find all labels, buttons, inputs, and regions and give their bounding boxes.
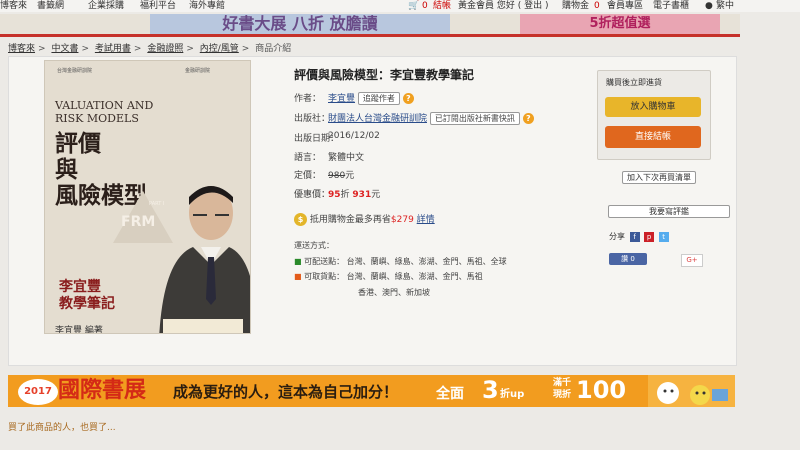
share-label: 分享 bbox=[609, 232, 625, 241]
breadcrumb-finance-license[interactable]: 金融證照 bbox=[147, 44, 183, 54]
cover-signature: 李宜豐 編著 bbox=[55, 326, 103, 334]
cover-english-title: VALUATION AND RISK MODELS bbox=[55, 99, 154, 125]
subscribe-publisher-button[interactable]: 已訂閱出版社新書快訊 bbox=[429, 112, 520, 125]
expo-cashback-amount: 100 bbox=[576, 376, 627, 404]
expo-title: 國際書展 bbox=[58, 378, 147, 403]
author-portrait-image bbox=[159, 186, 250, 333]
help-icon[interactable]: ? bbox=[522, 113, 534, 124]
google-plus-button[interactable]: G+ bbox=[681, 254, 703, 267]
author-label: 作者： bbox=[294, 94, 322, 104]
promo-text: 抵用購物金最多再省 bbox=[309, 215, 391, 225]
expo-full-label: 全面 bbox=[436, 386, 464, 402]
expo-mascot-illustration bbox=[648, 375, 735, 407]
nav-link-books[interactable]: 博客來 bbox=[0, 0, 27, 12]
expo-year-badge: 2017 bbox=[18, 379, 58, 405]
expo-discount-number: 3 bbox=[482, 376, 499, 404]
member-area-link[interactable]: 會員專區 bbox=[607, 0, 643, 12]
facebook-icon[interactable]: f bbox=[629, 231, 640, 242]
publish-date: 2016/12/02 bbox=[328, 131, 380, 141]
expo-cashback-label: 滿千現折 bbox=[553, 378, 572, 400]
product-title: 評價與風險模型：李宜豐教學筆記 bbox=[294, 68, 475, 82]
publisher-label: 出版社： bbox=[294, 114, 331, 124]
cart-balance-label[interactable]: 購物金 bbox=[562, 0, 589, 12]
list-price: 980 bbox=[328, 171, 346, 181]
nav-link-enterprise[interactable]: 企業採購 bbox=[88, 0, 124, 12]
book-cover-image[interactable]: 台灣金融研訓院 金融研訓院 VALUATION AND RISK MODELS … bbox=[44, 60, 251, 334]
cart-balance-count: 0 bbox=[594, 1, 600, 11]
top-nav: 博客來 書籤網 企業採購 福利平台 海外專館 🛒 0 結帳 黃金會員 您好 ( … bbox=[0, 0, 800, 12]
facebook-like-button[interactable]: 讚 0 bbox=[609, 253, 647, 265]
wishlist-button[interactable]: 加入下次再買清單 bbox=[622, 171, 696, 184]
header-divider bbox=[0, 34, 740, 37]
cover-author-text: 李宜豐 教學筆記 bbox=[59, 279, 115, 312]
publish-date-row: 出版日期： 2016/12/02 bbox=[294, 131, 380, 144]
cover-frm-label: FRM bbox=[121, 214, 156, 230]
language-value: 繁體中文 bbox=[328, 153, 365, 163]
expo-slogan: 成為更好的人，這本為自己加分！ bbox=[173, 383, 399, 401]
coin-icon: $ bbox=[294, 213, 307, 226]
language-switch[interactable]: 繁中 bbox=[716, 0, 734, 12]
publisher-link[interactable]: 財團法人台灣金融研訓院 bbox=[328, 114, 427, 124]
shipping-label: 運送方式： bbox=[294, 241, 334, 250]
sale-price-label: 優惠價： bbox=[294, 190, 331, 200]
store-icon: ■ bbox=[294, 272, 302, 281]
sale-price-row: 優惠價： 95折 931元 bbox=[294, 190, 381, 200]
expo-discount-suffix: 折up bbox=[500, 389, 525, 400]
buy-box: 購買後立即進貨 放入購物車 直接結帳 bbox=[597, 70, 711, 160]
help-icon[interactable]: ? bbox=[402, 93, 414, 104]
language-label: 語言： bbox=[294, 153, 322, 163]
buy-box-header: 購買後立即進貨 bbox=[606, 78, 662, 87]
promo-amount: $279 bbox=[390, 215, 414, 225]
follow-author-button[interactable]: 追蹤作者 bbox=[357, 92, 400, 105]
globe-icon: ● bbox=[705, 1, 713, 11]
ship-pickup-overseas: 香港、澳門、新加坡 bbox=[358, 288, 430, 297]
add-to-cart-button[interactable]: 放入購物車 bbox=[605, 97, 701, 117]
promo-row: $ 抵用購物金最多再省$279 詳情 bbox=[294, 212, 435, 226]
share-row: 分享 f p t bbox=[609, 231, 669, 242]
promo-details-link[interactable]: 詳情 bbox=[417, 215, 435, 225]
breadcrumb-current: 商品介紹 bbox=[255, 44, 292, 54]
promo-banner[interactable]: 好書大展 八折 放膽讀 5折超值選 bbox=[0, 14, 740, 34]
direct-checkout-button[interactable]: 直接結帳 bbox=[605, 126, 701, 148]
ship-pickup-row: ■ 可取貨點： 台灣、蘭嶼、綠島、澎湖、金門、馬祖 bbox=[294, 272, 483, 281]
nav-link-overseas[interactable]: 海外專館 bbox=[189, 0, 225, 12]
breadcrumb-risk-control[interactable]: 內控/風管 bbox=[200, 44, 239, 54]
breadcrumb: 博客來 > 中文書 > 考試用書 > 金融證照 > 內控/風管 > 商品介紹 bbox=[8, 44, 292, 54]
publisher-row: 出版社： 財團法人台灣金融研訓院 已訂閱出版社新書快訊 ? bbox=[294, 111, 534, 125]
nav-link-bookmark[interactable]: 書籤網 bbox=[37, 0, 64, 12]
member-greeting[interactable]: 黃金會員 您好 ( 登出 ) bbox=[458, 0, 548, 12]
nav-link-welfare[interactable]: 福利平台 bbox=[140, 0, 176, 12]
checkout-link[interactable]: 結帳 bbox=[433, 0, 451, 12]
banner-center-text: 好書大展 八折 放膽讀 bbox=[150, 14, 450, 34]
author-row: 作者： 李宜豐 追蹤作者 ? bbox=[294, 91, 414, 105]
banner-right-text: 5折超值選 bbox=[520, 14, 720, 34]
twitter-icon[interactable]: t bbox=[658, 231, 669, 242]
list-price-label: 定價： bbox=[294, 171, 322, 181]
ship-delivery-row: ■ 可配送點： 台灣、蘭嶼、綠島、澎湖、金門、馬祖、全球 bbox=[294, 257, 507, 266]
breadcrumb-home[interactable]: 博客來 bbox=[8, 44, 35, 54]
plurk-icon[interactable]: p bbox=[644, 231, 655, 242]
breadcrumb-chinese-books[interactable]: 中文書 bbox=[51, 44, 78, 54]
author-link[interactable]: 李宜豐 bbox=[328, 94, 355, 104]
language-row: 語言： 繁體中文 bbox=[294, 150, 364, 163]
checkout-count: 0 bbox=[422, 1, 428, 11]
sale-price: 931 bbox=[352, 190, 372, 200]
book-expo-banner[interactable]: 2017 國際書展 成為更好的人，這本為自己加分！ 全面 3 折up 滿千現折 … bbox=[8, 375, 735, 407]
also-bought-heading: 買了此商品的人，也買了... bbox=[8, 423, 116, 433]
list-price-row: 定價： 980元 bbox=[294, 171, 355, 181]
ebook-shelf-link[interactable]: 電子書櫃 bbox=[653, 0, 689, 12]
cart-icon[interactable]: 🛒 bbox=[408, 0, 419, 12]
write-review-button[interactable]: 我要寫評鑑 bbox=[608, 205, 730, 218]
discount-rate: 95 bbox=[328, 190, 341, 200]
truck-icon: ■ bbox=[294, 257, 302, 266]
breadcrumb-exam-books[interactable]: 考試用書 bbox=[95, 44, 131, 54]
